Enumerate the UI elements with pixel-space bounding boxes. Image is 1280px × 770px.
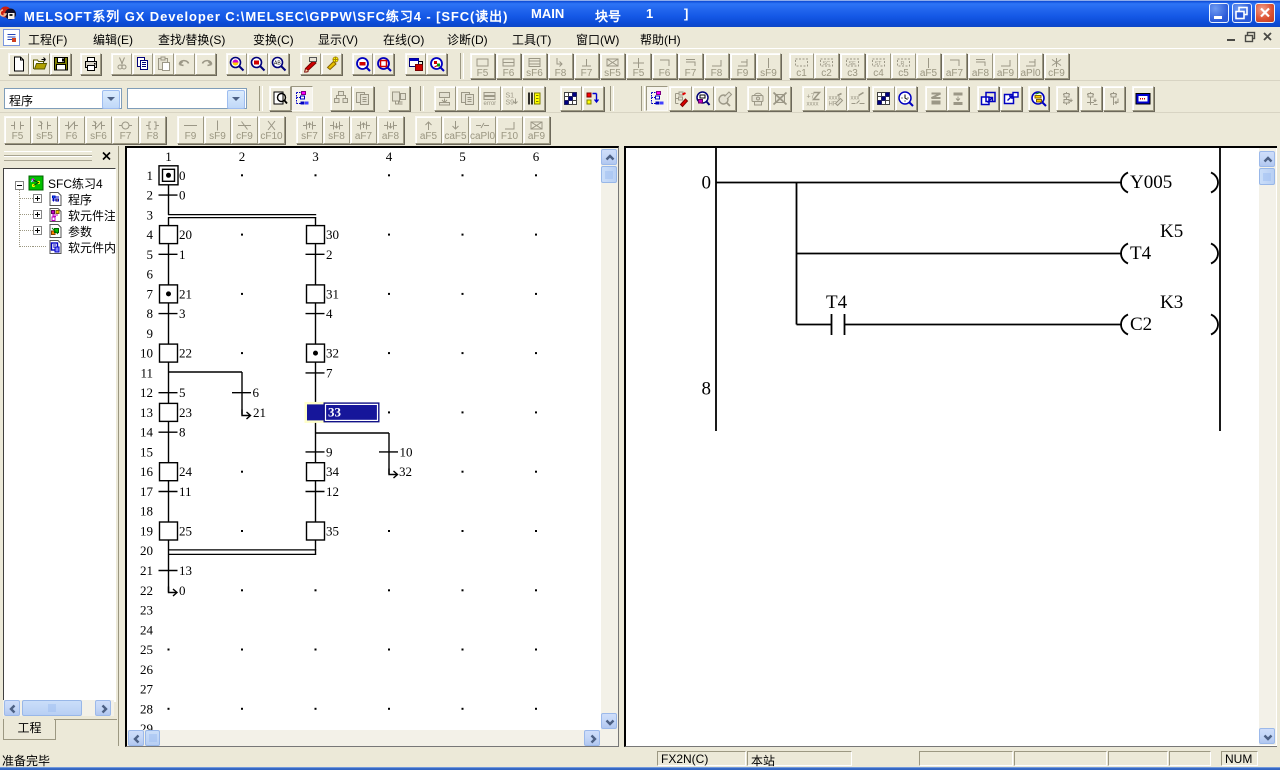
svg-text:1: 1 <box>179 247 186 262</box>
svg-text:32: 32 <box>399 464 412 479</box>
svg-text:3: 3 <box>179 306 186 321</box>
svg-text:xxxx: xxxx <box>806 101 818 107</box>
svg-text:K5: K5 <box>1160 221 1183 242</box>
svg-text:13: 13 <box>179 563 192 578</box>
svg-text:0: 0 <box>179 583 186 598</box>
svg-text:23: 23 <box>179 405 192 420</box>
svg-text:30: 30 <box>326 227 339 242</box>
svg-text:AB: AB <box>274 61 281 67</box>
svg-text:21: 21 <box>179 286 192 301</box>
svg-text:SC: SC <box>823 61 831 67</box>
svg-text:0: 0 <box>702 173 712 194</box>
svg-text:C2: C2 <box>1130 314 1152 335</box>
svg-text:23: 23 <box>140 603 153 618</box>
svg-text:31: 31 <box>326 286 339 301</box>
svg-text:T4: T4 <box>1130 243 1152 264</box>
svg-text:4: 4 <box>147 227 154 242</box>
svg-text:12: 12 <box>326 484 339 499</box>
svg-text:3: 3 <box>312 149 319 164</box>
svg-text:10: 10 <box>140 346 153 361</box>
svg-text:14: 14 <box>140 425 154 440</box>
svg-text:29: 29 <box>140 721 153 730</box>
svg-text:S1: S1 <box>506 92 515 99</box>
svg-text:R: R <box>901 61 905 67</box>
svg-text:1: 1 <box>165 149 172 164</box>
svg-text:2: 2 <box>239 149 246 164</box>
svg-text:T4: T4 <box>826 292 848 313</box>
svg-text:5: 5 <box>179 385 186 400</box>
svg-text:19: 19 <box>140 524 153 539</box>
svg-text:6: 6 <box>147 267 154 282</box>
svg-text:10: 10 <box>400 444 413 459</box>
svg-text:5: 5 <box>147 247 154 262</box>
svg-text:4: 4 <box>326 306 333 321</box>
svg-text:24: 24 <box>179 464 193 479</box>
svg-text:Y005: Y005 <box>1130 172 1172 193</box>
svg-text:11: 11 <box>140 365 153 380</box>
svg-text:K3: K3 <box>1160 292 1183 313</box>
svg-text:ST: ST <box>875 61 883 67</box>
svg-text:22: 22 <box>140 583 153 598</box>
svg-text:16: 16 <box>140 464 154 479</box>
svg-text:25: 25 <box>179 524 192 539</box>
svg-text:11: 11 <box>179 484 192 499</box>
svg-text:17: 17 <box>140 484 154 499</box>
svg-text:25: 25 <box>140 642 153 657</box>
svg-text:35: 35 <box>326 524 339 539</box>
svg-text:32: 32 <box>326 346 339 361</box>
svg-text:20: 20 <box>179 227 192 242</box>
svg-text:S9: S9 <box>506 99 515 106</box>
svg-text:33: 33 <box>328 404 342 419</box>
svg-text:1: 1 <box>147 168 154 183</box>
svg-text:6: 6 <box>253 385 260 400</box>
svg-text:7: 7 <box>147 286 154 301</box>
svg-text:18: 18 <box>140 504 153 519</box>
svg-text:6: 6 <box>533 149 540 164</box>
svg-text:9: 9 <box>326 444 333 459</box>
svg-text:HF: HF <box>829 101 837 107</box>
svg-text:15: 15 <box>140 444 153 459</box>
svg-text:3: 3 <box>147 207 154 222</box>
svg-text:error: error <box>484 101 497 107</box>
svg-text:8: 8 <box>702 379 712 400</box>
svg-text:21: 21 <box>253 405 266 420</box>
svg-text:12: 12 <box>140 385 153 400</box>
svg-text:34: 34 <box>326 464 340 479</box>
svg-text:20: 20 <box>140 543 153 558</box>
svg-text:4: 4 <box>386 149 393 164</box>
svg-text:28: 28 <box>140 701 153 716</box>
svg-text:8: 8 <box>179 425 186 440</box>
svg-text:27: 27 <box>140 682 154 697</box>
svg-text:9: 9 <box>147 326 154 341</box>
svg-text:0: 0 <box>179 188 186 203</box>
svg-text:22: 22 <box>179 346 192 361</box>
svg-text:21: 21 <box>140 563 153 578</box>
svg-text:5: 5 <box>459 149 466 164</box>
svg-text:13: 13 <box>140 405 153 420</box>
svg-text:26: 26 <box>140 662 154 677</box>
svg-text:2: 2 <box>326 247 333 262</box>
svg-text:7: 7 <box>326 365 333 380</box>
svg-text:0: 0 <box>179 168 186 183</box>
svg-text:24: 24 <box>140 622 154 637</box>
svg-text:2: 2 <box>147 188 154 203</box>
svg-text:xxx: xxx <box>851 95 860 101</box>
svg-text:8: 8 <box>147 306 154 321</box>
svg-text:SE: SE <box>849 61 857 67</box>
